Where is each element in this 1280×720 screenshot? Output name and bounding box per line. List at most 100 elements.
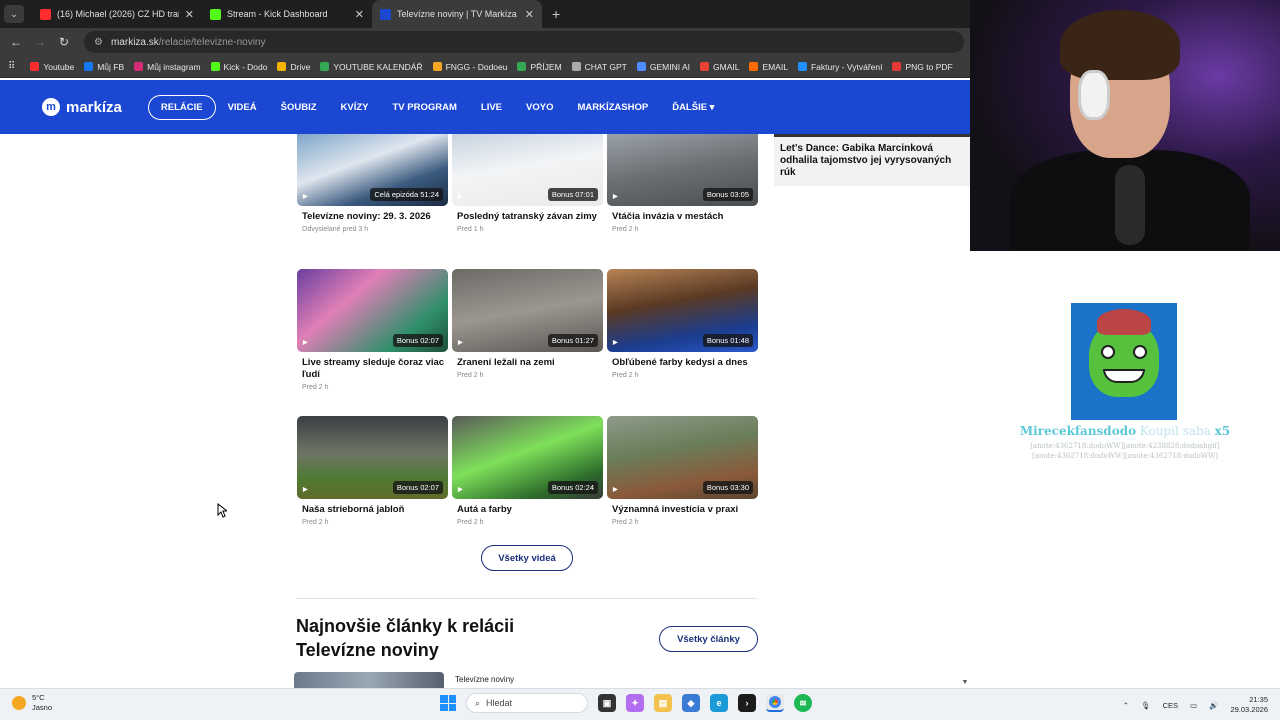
video-card[interactable]: ▶ Bonus 07:01 Posledný tatranský závan zim…	[452, 134, 603, 233]
video-card[interactable]: ▶ Celá epizóda 51:24 Televízne noviny: 29.…	[297, 134, 448, 233]
terminal-icon[interactable]: ›	[738, 694, 756, 712]
nav-item[interactable]: ĎALŠIE ▾	[660, 96, 726, 119]
bookmark-favicon-icon	[797, 62, 807, 71]
weather-widget[interactable]: 5°C Jasno	[12, 693, 52, 713]
windows-start-icon[interactable]	[440, 695, 456, 711]
nav-item[interactable]: ŠOUBIZ	[269, 96, 329, 119]
nav-item[interactable]: VOYO	[514, 96, 565, 119]
video-card[interactable]: ▶ Bonus 01:27 Zranení ležali na zemi Pred 2…	[452, 269, 603, 379]
all-articles-button[interactable]: Všetky články	[659, 626, 758, 652]
video-thumbnail[interactable]: ▶ Bonus 07:01	[452, 134, 603, 206]
video-thumbnail[interactable]: ▶ Celá epizóda 51:24	[297, 134, 448, 206]
video-meta: Pred 2 h	[457, 519, 484, 526]
apps-grid-icon[interactable]: ⠿	[8, 61, 15, 72]
side-article-title[interactable]: Let's Dance: Gabika Marcinková odhalila …	[774, 134, 970, 186]
video-card[interactable]: ▶ Bonus 03:05 Vtáčia invázia v mestách Pred…	[607, 134, 758, 233]
video-thumbnail[interactable]: ▶ Bonus 01:48	[607, 269, 758, 352]
taskbar-search[interactable]: ⌕ Hledat	[466, 693, 588, 713]
alert-action: Koupil saba	[1136, 424, 1215, 438]
bookmark-favicon-icon	[277, 62, 287, 71]
bookmark-item[interactable]: Můj FB	[79, 62, 129, 72]
bookmark-item[interactable]: GMAIL	[695, 62, 744, 72]
video-title[interactable]: Naša strieborná jabloň	[297, 504, 448, 516]
video-title[interactable]: Obľúbené farby kedysi a dnes	[607, 357, 758, 369]
file-explorer-icon[interactable]: ▤	[654, 694, 672, 712]
video-title[interactable]: Televízne noviny: 29. 3. 2026	[297, 211, 448, 223]
chrome-icon[interactable]	[766, 694, 784, 712]
video-meta: Pred 2 h	[302, 519, 329, 526]
video-title[interactable]: Vtáčia invázia v mestách	[607, 211, 758, 223]
clock[interactable]: 21:35 29.03.2026	[1230, 695, 1268, 715]
video-title[interactable]: Posledný tatranský závan zimy	[452, 211, 603, 223]
video-thumbnail[interactable]: ▶ Bonus 03:30	[607, 416, 758, 499]
bookmark-item[interactable]: Kick - Dodo	[206, 62, 273, 72]
new-tab-button[interactable]: +	[552, 6, 560, 22]
taskbar-apps: ⌕ Hledat ▣ ✦ ▤ ◆ e › ≋	[440, 693, 812, 713]
video-meta: Pred 2 h	[612, 519, 639, 526]
nav-item[interactable]: RELÁCIE	[147, 94, 216, 120]
tab-kick[interactable]: Stream - Kick Dashboard ✕	[202, 0, 372, 28]
video-title[interactable]: Významná investícia v praxi	[607, 504, 758, 516]
markiza-logo[interactable]: m markíza	[42, 98, 122, 116]
forward-arrow-icon[interactable]: →	[28, 35, 52, 49]
goblin-eye-right	[1133, 345, 1147, 359]
spotify-icon[interactable]: ≋	[794, 694, 812, 712]
close-icon[interactable]: ✕	[355, 8, 364, 21]
article-thumbnail[interactable]	[294, 672, 444, 688]
address-bar-row: ← → ↻ ⚙ markiza.sk/relacie/televizne-nov…	[0, 28, 970, 56]
reload-icon[interactable]: ↻	[52, 35, 76, 49]
copilot-icon[interactable]: ✦	[626, 694, 644, 712]
video-card[interactable]: ▶ Bonus 02:24 Autá a farby Pred 2 h	[452, 416, 603, 526]
bookmark-item[interactable]: Můj instagram	[129, 62, 205, 72]
site-info-icon[interactable]: ⚙	[94, 37, 103, 48]
back-arrow-icon[interactable]: ←	[4, 35, 28, 49]
bookmark-item[interactable]: FNGG - Dodoeu	[428, 62, 513, 72]
task-view-icon[interactable]: ▣	[598, 694, 616, 712]
tab-youtube[interactable]: (16) Michael (2026) CZ HD trail ✕	[32, 0, 202, 28]
video-thumbnail[interactable]: ▶ Bonus 02:07	[297, 416, 448, 499]
video-card[interactable]: ▶ Bonus 01:48 Obľúbené farby kedysi a dnes…	[607, 269, 758, 379]
close-icon[interactable]: ✕	[525, 8, 534, 21]
nav-item[interactable]: MARKÍZASHOP	[565, 96, 660, 119]
nav-item[interactable]: VIDEÁ	[216, 96, 269, 119]
video-card[interactable]: ▶ Bonus 02:07 Live streamy sleduje čoraz v…	[297, 269, 448, 391]
video-card[interactable]: ▶ Bonus 02:07 Naša strieborná jabloň Pred 2…	[297, 416, 448, 526]
edge-icon[interactable]: e	[710, 694, 728, 712]
language-indicator[interactable]: CES	[1163, 701, 1178, 710]
bookmark-item[interactable]: YOUTUBE KALENDÁŘ	[315, 62, 427, 72]
network-icon[interactable]: ▭	[1190, 701, 1197, 710]
video-title[interactable]: Autá a farby	[452, 504, 603, 516]
tab-markiza[interactable]: Televízne noviny | TV Markíza ✕	[372, 0, 542, 28]
bookmark-item[interactable]: Drive	[272, 62, 315, 72]
video-title[interactable]: Zranení ležali na zemi	[452, 357, 603, 369]
bookmark-item[interactable]: GEMINI AI	[632, 62, 695, 72]
volume-icon[interactable]: 🔊	[1209, 701, 1218, 710]
bookmark-item[interactable]: Faktury - Vytváření	[793, 62, 887, 72]
video-thumbnail[interactable]: ▶ Bonus 02:24	[452, 416, 603, 499]
all-videos-button[interactable]: Všetky videá	[481, 545, 573, 571]
video-thumbnail[interactable]: ▶ Bonus 01:27	[452, 269, 603, 352]
video-badge: Bonus 07:01	[547, 188, 598, 201]
bookmark-item[interactable]: Youtube	[25, 62, 79, 72]
scroll-down-icon[interactable]: ▼	[960, 679, 970, 686]
bookmark-item[interactable]: CHAT GPT	[567, 62, 632, 72]
video-card[interactable]: ▶ Bonus 03:30 Významná investícia v praxi P…	[607, 416, 758, 526]
microphone-tray-icon[interactable]: 🎙	[1141, 701, 1151, 710]
nav-item[interactable]: TV PROGRAM	[381, 96, 469, 119]
bookmark-favicon-icon	[432, 62, 442, 71]
bookmark-item[interactable]: PNG to PDF	[887, 62, 957, 72]
bookmark-item[interactable]: EMAIL	[744, 62, 793, 72]
tab-search-icon[interactable]: ⌄	[4, 5, 24, 23]
video-thumbnail[interactable]: ▶ Bonus 02:07	[297, 269, 448, 352]
bookmark-label: GEMINI AI	[649, 61, 691, 72]
nav-item[interactable]: KVÍZY	[329, 96, 381, 119]
close-icon[interactable]: ✕	[185, 8, 194, 21]
nav-item[interactable]: LIVE	[469, 96, 514, 119]
video-title[interactable]: Live streamy sleduje čoraz viac ľudí	[297, 357, 448, 381]
video-thumbnail[interactable]: ▶ Bonus 03:05	[607, 134, 758, 206]
store-icon[interactable]: ◆	[682, 694, 700, 712]
url-field[interactable]: ⚙ markiza.sk/relacie/televizne-noviny	[84, 31, 964, 53]
youtube-icon	[40, 8, 51, 20]
bookmark-item[interactable]: PŘÍJEM	[512, 62, 566, 72]
chevron-up-icon[interactable]: ⌃	[1123, 701, 1129, 710]
